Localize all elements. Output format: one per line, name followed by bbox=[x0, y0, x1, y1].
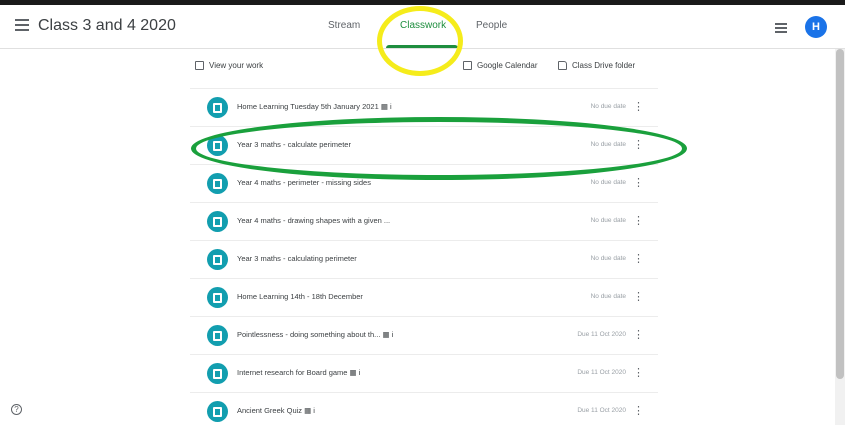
assignment-icon bbox=[207, 287, 228, 308]
more-options-icon[interactable]: ⋮ bbox=[633, 99, 644, 115]
assignment-title: Year 3 maths - calculate perimeter bbox=[237, 140, 351, 149]
assignment-title: Year 4 maths - perimeter - missing sides bbox=[237, 178, 371, 187]
assignment-due-date: No due date bbox=[590, 141, 626, 148]
assignment-row[interactable]: Year 3 maths - calculating perimeter No … bbox=[190, 240, 658, 278]
account-avatar[interactable]: H bbox=[805, 16, 827, 38]
assignment-row[interactable]: Pointlessness - doing something about th… bbox=[190, 316, 658, 354]
class-drive-folder-button[interactable]: Class Drive folder bbox=[558, 61, 635, 70]
more-options-icon[interactable]: ⋮ bbox=[633, 251, 644, 267]
folder-icon bbox=[558, 61, 567, 70]
assignment-icon bbox=[207, 97, 228, 118]
assignment-row[interactable]: Internet research for Board game ▦ i Due… bbox=[190, 354, 658, 392]
view-your-work-label: View your work bbox=[209, 61, 264, 70]
assignment-icon bbox=[207, 363, 228, 384]
page-scrollbar[interactable] bbox=[835, 49, 845, 425]
assignment-title: Internet research for Board game ▦ i bbox=[237, 368, 361, 377]
google-calendar-label: Google Calendar bbox=[477, 61, 538, 70]
assignment-due-date: Due 11 Oct 2020 bbox=[577, 369, 626, 376]
assignment-row[interactable]: Home Learning 14th - 18th December No du… bbox=[190, 278, 658, 316]
help-icon[interactable]: ? bbox=[11, 404, 22, 415]
more-options-icon[interactable]: ⋮ bbox=[633, 289, 644, 305]
google-calendar-button[interactable]: Google Calendar bbox=[463, 61, 537, 70]
assignment-due-date: No due date bbox=[590, 179, 626, 186]
assignment-title: Ancient Greek Quiz ▦ i bbox=[237, 406, 315, 415]
assignment-list: Home Learning Tuesday 5th January 2021 ▦… bbox=[190, 88, 658, 430]
assignment-due-date: Due 11 Oct 2020 bbox=[577, 331, 626, 338]
app-header: Class 3 and 4 2020 Stream Classwork Peop… bbox=[0, 5, 845, 49]
assignment-title: Home Learning 14th - 18th December bbox=[237, 292, 363, 301]
class-drive-folder-label: Class Drive folder bbox=[572, 61, 636, 70]
tab-stream[interactable]: Stream bbox=[328, 20, 360, 31]
assignment-due-date: No due date bbox=[590, 217, 626, 224]
assignment-title: Year 3 maths - calculating perimeter bbox=[237, 254, 357, 263]
assignment-title: Home Learning Tuesday 5th January 2021 ▦… bbox=[237, 102, 392, 111]
assignment-row[interactable]: Ancient Greek Quiz ▦ i Due 11 Oct 2020 ⋮ bbox=[190, 392, 658, 430]
assignment-icon bbox=[207, 135, 228, 156]
assignment-title: Pointlessness - doing something about th… bbox=[237, 330, 394, 339]
calendar-icon bbox=[463, 61, 472, 70]
more-options-icon[interactable]: ⋮ bbox=[633, 137, 644, 153]
tab-bar: Stream Classwork People bbox=[0, 5, 845, 48]
assignment-icon bbox=[207, 211, 228, 232]
assignment-title: Year 4 maths - drawing shapes with a giv… bbox=[237, 216, 391, 225]
assignment-due-date: No due date bbox=[590, 293, 626, 300]
more-options-icon[interactable]: ⋮ bbox=[633, 213, 644, 229]
assignment-row[interactable]: Year 3 maths - calculate perimeter No du… bbox=[190, 126, 658, 164]
classwork-toolbar: View your work Google Calendar Class Dri… bbox=[195, 58, 665, 78]
more-options-icon[interactable]: ⋮ bbox=[633, 327, 644, 343]
assignment-row[interactable]: Year 4 maths - perimeter - missing sides… bbox=[190, 164, 658, 202]
assignment-due-date: No due date bbox=[590, 255, 626, 262]
tab-classwork[interactable]: Classwork bbox=[400, 20, 446, 31]
active-tab-indicator bbox=[386, 45, 458, 48]
assignment-due-date: Due 11 Oct 2020 bbox=[577, 407, 626, 414]
scrollbar-thumb[interactable] bbox=[836, 49, 844, 379]
to-do-list-icon[interactable] bbox=[775, 23, 787, 33]
more-options-icon[interactable]: ⋮ bbox=[633, 403, 644, 419]
assignment-row[interactable]: Home Learning Tuesday 5th January 2021 ▦… bbox=[190, 88, 658, 126]
more-options-icon[interactable]: ⋮ bbox=[633, 365, 644, 381]
assignment-icon bbox=[207, 325, 228, 346]
assignment-icon bbox=[207, 401, 228, 422]
tab-people[interactable]: People bbox=[476, 20, 507, 31]
more-options-icon[interactable]: ⋮ bbox=[633, 175, 644, 191]
assignment-icon bbox=[207, 173, 228, 194]
assignment-due-date: No due date bbox=[590, 103, 626, 110]
account-box-icon bbox=[195, 61, 204, 70]
assignment-row[interactable]: Year 4 maths - drawing shapes with a giv… bbox=[190, 202, 658, 240]
view-your-work-button[interactable]: View your work bbox=[195, 61, 263, 70]
assignment-icon bbox=[207, 249, 228, 270]
